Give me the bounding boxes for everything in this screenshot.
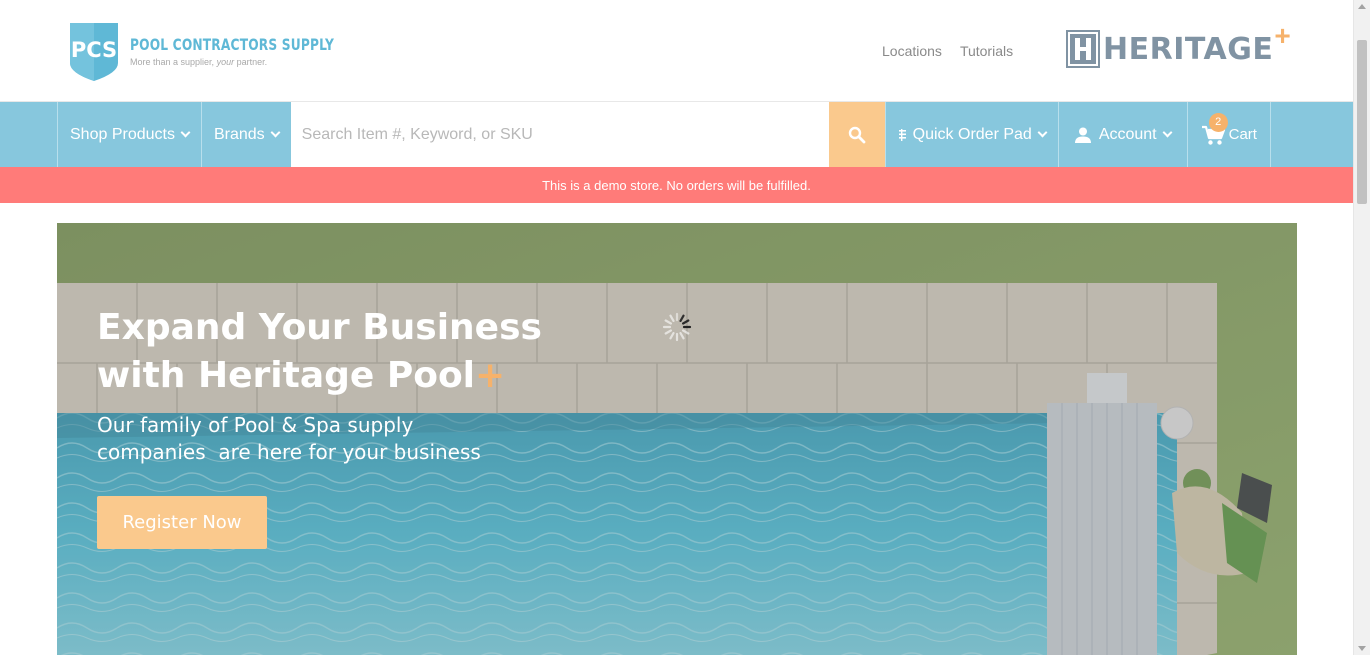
scroll-up-arrow-icon[interactable]	[1358, 4, 1366, 9]
chevron-down-icon	[1037, 127, 1048, 138]
heritage-h-icon	[1066, 30, 1100, 68]
cart-icon-wrap: 2	[1201, 112, 1228, 146]
pcs-logo[interactable]: PCS POOL CONTRACTORS SUPPLY More than a …	[66, 19, 370, 83]
quick-order-pad-label: Quick Order Pad	[912, 125, 1032, 143]
chevron-down-icon	[270, 127, 281, 138]
search-icon	[848, 126, 866, 143]
pcs-abbr: PCS	[71, 38, 117, 62]
chevron-down-icon	[1162, 127, 1173, 138]
pcs-shield-icon: PCS	[70, 23, 118, 81]
hero-subtext-line2: companies are here for your business	[97, 440, 481, 464]
locations-link[interactable]: Locations	[882, 43, 942, 59]
pcs-tagline-end: partner.	[234, 57, 268, 67]
tutorials-link[interactable]: Tutorials	[960, 43, 1013, 59]
cart-button[interactable]: 2 Cart	[1186, 102, 1271, 167]
loading-spinner-icon	[662, 312, 692, 342]
pcs-tagline-emph: your	[216, 57, 235, 67]
search-box	[290, 102, 829, 167]
list-icon	[898, 128, 906, 141]
heritage-plus: +	[1274, 20, 1291, 51]
hero-headline-line2: with Heritage Pool+	[97, 352, 557, 400]
main-nav: Shop Products Brands Search Item #, Keyw…	[0, 102, 1353, 167]
cart-count-badge: 2	[1208, 112, 1228, 132]
hero-subtext: Our family of Pool & Spa supply companie…	[97, 412, 497, 466]
heritage-wordmark: HERITAGE	[1103, 31, 1274, 67]
cart-label: Cart	[1228, 126, 1257, 143]
pcs-tagline-start: More than a supplier,	[130, 57, 217, 67]
register-now-button[interactable]: Register Now	[97, 496, 267, 549]
account-label: Account	[1098, 125, 1157, 143]
hero-headline-plus: +	[475, 355, 506, 396]
chevron-down-icon	[180, 127, 191, 138]
account-menu[interactable]: Account	[1057, 102, 1187, 167]
hero-headline: Expand Your Business with Heritage Pool+	[97, 304, 557, 400]
hero-headline-line1: Expand Your Business	[97, 307, 542, 348]
user-icon	[1074, 127, 1091, 143]
brands-label: Brands	[213, 125, 265, 143]
hero-subtext-line1: Our family of Pool & Spa supply	[97, 413, 414, 437]
page: PCS POOL CONTRACTORS SUPPLY More than a …	[0, 0, 1370, 655]
top-links: Locations Tutorials	[882, 43, 1013, 59]
hero-banner: Expand Your Business with Heritage Pool+…	[57, 223, 1297, 655]
hero-headline-line2-text: with Heritage Pool	[97, 355, 476, 396]
scroll-down-arrow-icon[interactable]	[1358, 646, 1366, 651]
search-input[interactable]	[290, 102, 829, 167]
pcs-company-name: POOL CONTRACTORS SUPPLY	[130, 35, 335, 54]
shop-products-menu[interactable]: Shop Products	[57, 102, 201, 167]
scrollbar-thumb[interactable]	[1357, 40, 1367, 204]
search-button[interactable]	[828, 102, 885, 167]
pcs-tagline: More than a supplier, your partner.	[130, 57, 370, 67]
site-header: PCS POOL CONTRACTORS SUPPLY More than a …	[0, 0, 1353, 102]
quick-order-pad-menu[interactable]: Quick Order Pad	[884, 102, 1058, 167]
brands-menu[interactable]: Brands	[200, 102, 291, 167]
heritage-logo[interactable]: HERITAGE +	[1066, 20, 1291, 68]
demo-store-banner: This is a demo store. No orders will be …	[0, 167, 1353, 203]
shop-products-label: Shop Products	[70, 125, 175, 143]
page-scrollbar[interactable]	[1353, 0, 1370, 655]
